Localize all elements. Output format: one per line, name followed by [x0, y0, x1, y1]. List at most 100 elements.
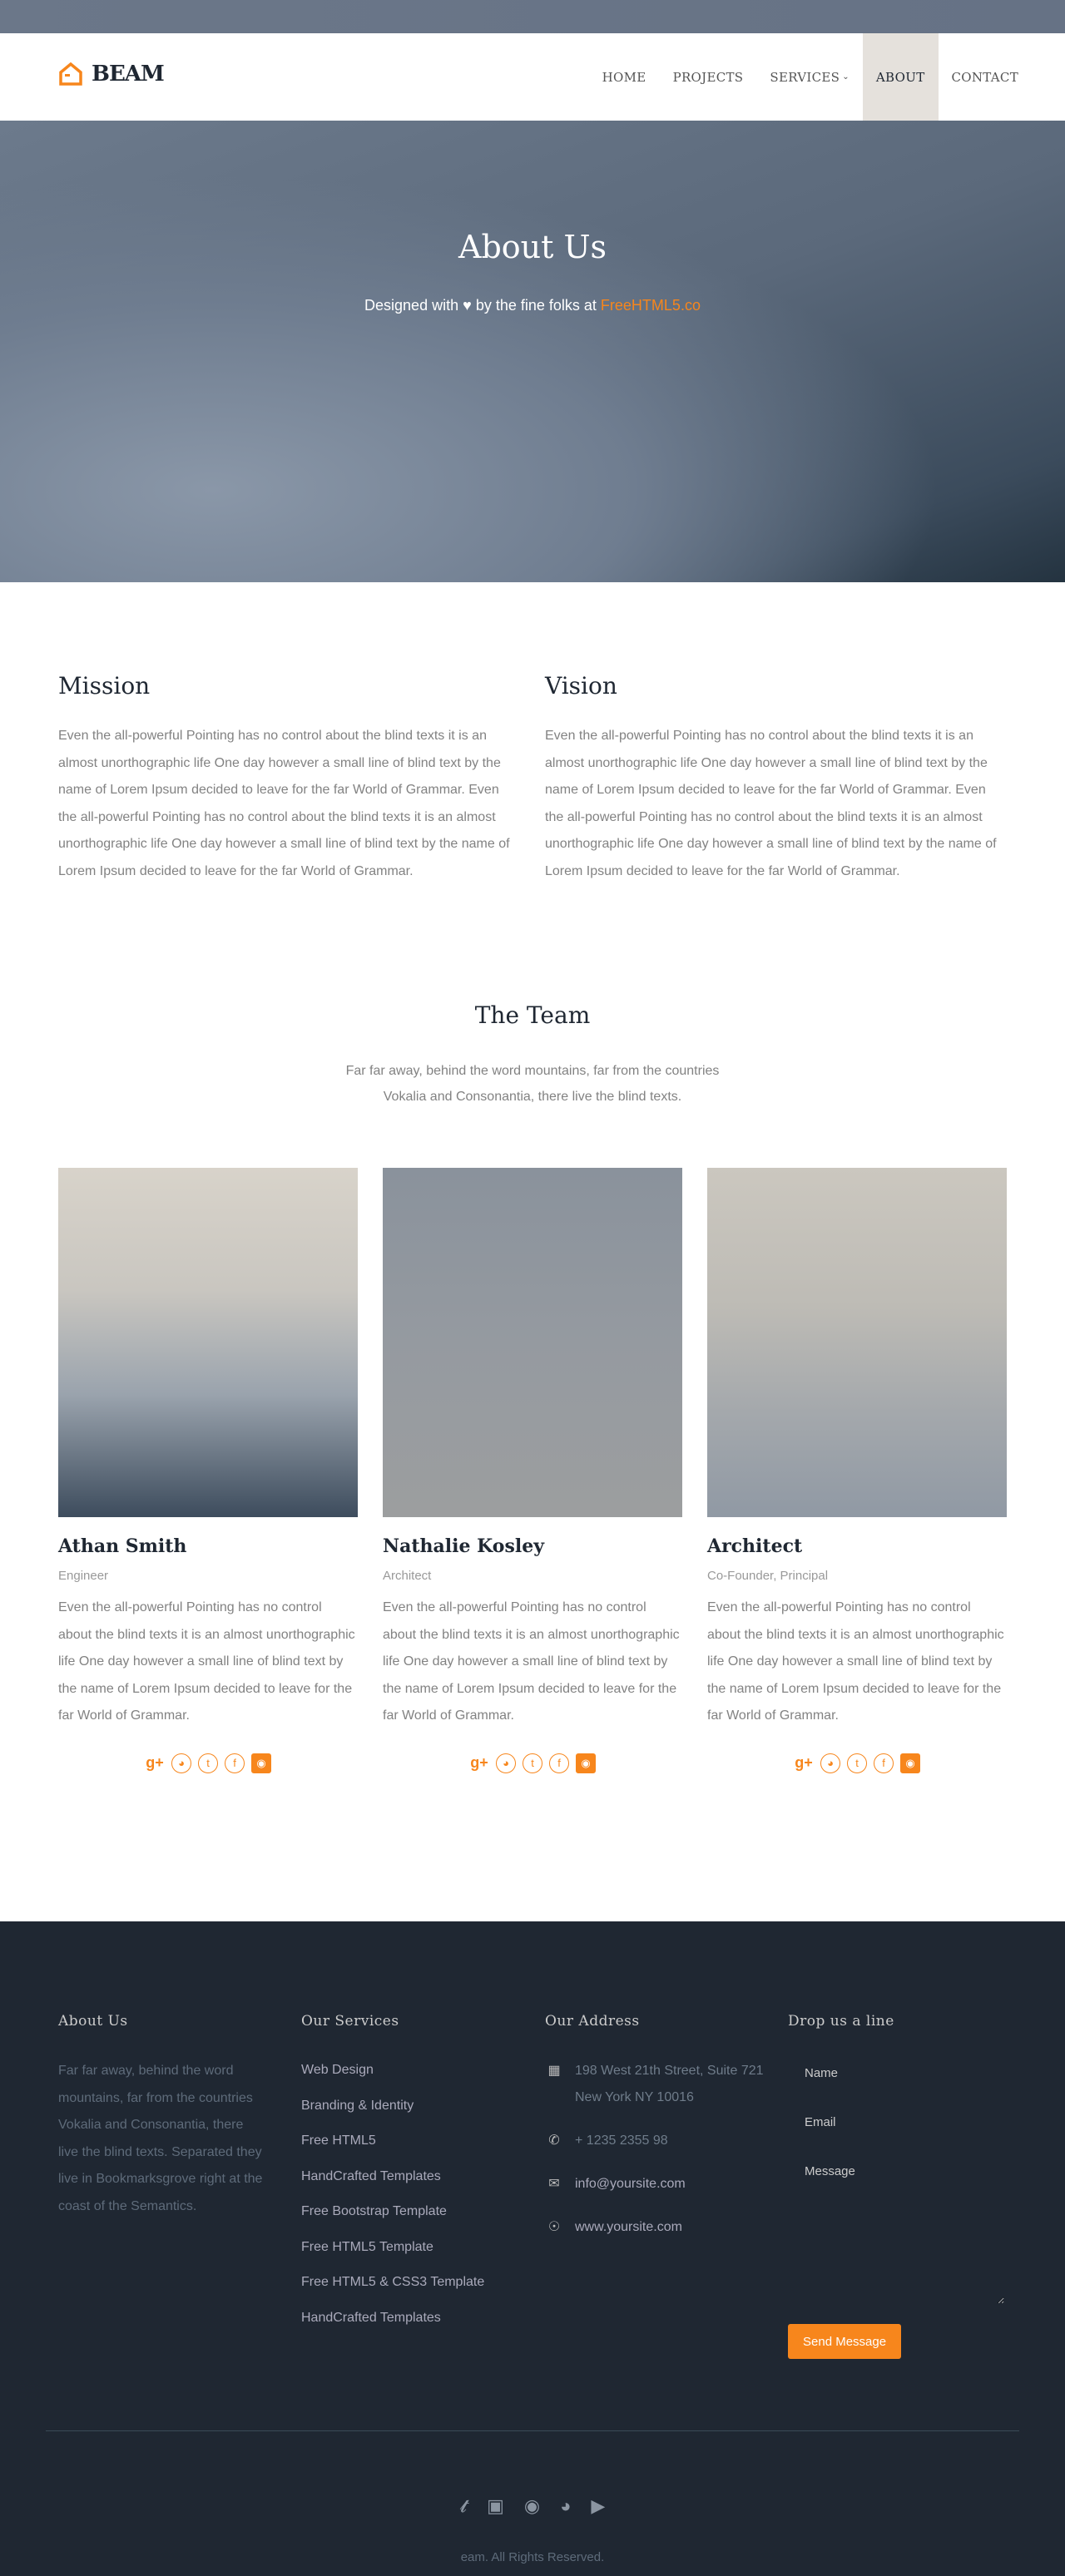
instagram-icon[interactable]: ◉ [900, 1753, 920, 1773]
team-title: The Team [474, 1001, 591, 1029]
chevron-down-icon: ⌄ [842, 72, 850, 82]
service-link[interactable]: Free HTML5 & CSS3 Template [301, 2265, 526, 2301]
dribbble-icon[interactable]: ◕ [171, 1753, 191, 1773]
hero: About Us Designed with ♥ by the fine fol… [0, 121, 1065, 582]
footer-services: Our Services Web Design Branding & Ident… [301, 2013, 526, 2336]
facebook-icon[interactable]: f [549, 1753, 569, 1773]
mission-title: Mission [58, 672, 151, 700]
youtube-icon[interactable]: ▶ [591, 2495, 605, 2517]
twitter-icon[interactable]: t [847, 1753, 867, 1773]
instagram-icon[interactable]: ◉ [251, 1753, 271, 1773]
member-socials: g+ ◕ t f ◉ [707, 1753, 1007, 1773]
vision-title: Vision [545, 672, 617, 700]
mission-section: Mission Even the all-powerful Pointing h… [58, 672, 520, 885]
member-photo [707, 1168, 1007, 1517]
instagram-icon[interactable]: ◉ [524, 2495, 540, 2517]
email-input[interactable] [788, 2107, 1004, 2138]
member-bio: Even the all-powerful Pointing has no co… [707, 1600, 1004, 1723]
nav-contact[interactable]: CONTACT [939, 33, 1033, 121]
nav-home[interactable]: HOME [589, 33, 660, 121]
service-link[interactable]: Branding & Identity [301, 2089, 526, 2124]
freehtml5-link[interactable]: FreeHTML5.co [601, 297, 701, 314]
email-row: ✉ info@yoursite.com [545, 2171, 770, 2198]
service-link[interactable]: HandCrafted Templates [301, 2159, 526, 2195]
instagram-icon[interactable]: ◉ [576, 1753, 596, 1773]
twitter-icon[interactable]: t [523, 1753, 542, 1773]
hero-subtitle: Designed with ♥ by the fine folks at Fre… [0, 297, 1065, 314]
member-name: Athan Smith [58, 1535, 187, 1557]
mission-text: Even the all-powerful Pointing has no co… [58, 729, 510, 878]
nav-about[interactable]: ABOUT [862, 33, 939, 121]
service-link[interactable]: Free HTML5 [301, 2124, 526, 2159]
facebook-icon[interactable]: ▣ [487, 2495, 504, 2517]
footer-about-text: Far far away, behind the word mountains,… [58, 2064, 263, 2213]
google-plus-icon[interactable]: g+ [794, 1753, 814, 1773]
page-title: About Us [458, 229, 607, 265]
map-icon: ▦ [547, 2064, 561, 2078]
service-link[interactable]: Web Design [301, 2053, 526, 2089]
dribbble-icon[interactable]: ◕ [820, 1753, 840, 1773]
facebook-icon[interactable]: f [225, 1753, 245, 1773]
team-subtitle: Far far away, behind the word mountains,… [345, 1064, 720, 1104]
facebook-icon[interactable]: f [874, 1753, 894, 1773]
footer-divider [46, 2430, 1019, 2431]
mail-icon: ✉ [548, 2177, 560, 2191]
phone-row: ✆ + 1235 2355 98 [545, 2128, 770, 2154]
address-row: ▦ 198 West 21th Street, Suite 721 New Yor… [545, 2058, 770, 2111]
vision-text: Even the all-powerful Pointing has no co… [545, 729, 997, 878]
member-socials: g+ ◕ t f ◉ [383, 1753, 682, 1773]
email-link[interactable]: info@yoursite.com [575, 2171, 686, 2198]
subtitle-text: by the fine folks at [475, 297, 597, 314]
footer-form-title: Drop us a line [788, 2013, 894, 2030]
website-link[interactable]: www.yoursite.com [575, 2214, 682, 2241]
member-photo [383, 1168, 682, 1517]
member-photo [58, 1168, 358, 1517]
heart-icon: ♥ [463, 297, 472, 314]
vision-section: Vision Even the all-powerful Pointing ha… [545, 672, 1007, 885]
service-link[interactable]: Free Bootstrap Template [301, 2194, 526, 2230]
google-plus-icon[interactable]: g+ [145, 1753, 165, 1773]
member-bio: Even the all-powerful Pointing has no co… [383, 1600, 680, 1723]
twitter-icon[interactable]: 𝓽 [460, 2495, 467, 2517]
service-link[interactable]: HandCrafted Templates [301, 2301, 526, 2336]
team-card: Nathalie Kosley Architect Even the all-p… [383, 1168, 682, 1773]
logo[interactable]: BEAM [58, 62, 165, 87]
subtitle-text: Designed with [364, 297, 459, 314]
navbar: BEAM HOME PROJECTS SERVICES ⌄ ABOUT CONTA… [0, 33, 1065, 121]
footer-address: Our Address ▦ 198 West 21th Street, Suite… [545, 2013, 770, 2257]
message-textarea[interactable] [788, 2156, 1004, 2304]
footer-address-title: Our Address [545, 2013, 640, 2030]
dribbble-icon[interactable]: ◕ [496, 1753, 516, 1773]
footer-socials: 𝓽 ▣ ◉ ◕ ▶ [0, 2495, 1065, 2517]
member-bio: Even the all-powerful Pointing has no co… [58, 1600, 355, 1723]
service-link[interactable]: Free HTML5 Template [301, 2230, 526, 2266]
dribbble-icon[interactable]: ◕ [560, 2495, 571, 2517]
member-role: Engineer [58, 1569, 109, 1583]
house-icon [59, 62, 82, 86]
main-menu: HOME PROJECTS SERVICES ⌄ ABOUT CONTACT [589, 33, 1032, 121]
footer-services-title: Our Services [301, 2013, 399, 2030]
member-name: Nathalie Kosley [383, 1535, 544, 1557]
nav-projects[interactable]: PROJECTS [660, 33, 757, 121]
brand-name: BEAM [92, 62, 165, 87]
contact-form: Drop us a line Send Message [788, 2013, 1013, 2359]
member-name: Architect [707, 1535, 803, 1557]
footer-about: About Us Far far away, behind the word m… [58, 2013, 266, 2220]
twitter-icon[interactable]: t [198, 1753, 218, 1773]
top-strip [0, 0, 1065, 33]
send-message-button[interactable]: Send Message [788, 2324, 902, 2359]
phone-icon: ✆ [548, 2133, 560, 2148]
copyright: eam. All Rights Reserved. [460, 2550, 605, 2564]
google-plus-icon[interactable]: g+ [469, 1753, 489, 1773]
globe-icon: ☉ [547, 2220, 561, 2234]
address-text: 198 West 21th Street, Suite 721 New York… [575, 2064, 764, 2104]
member-role: Architect [383, 1569, 432, 1583]
name-input[interactable] [788, 2058, 1004, 2089]
nav-services[interactable]: SERVICES ⌄ [756, 33, 863, 121]
member-role: Co-Founder, Principal [707, 1569, 829, 1583]
nav-services-label: SERVICES [770, 69, 840, 85]
member-socials: g+ ◕ t f ◉ [58, 1753, 358, 1773]
team-card: Architect Co-Founder, Principal Even the… [707, 1168, 1007, 1773]
phone-text[interactable]: + 1235 2355 98 [575, 2128, 668, 2154]
footer-about-title: About Us [58, 2013, 128, 2030]
